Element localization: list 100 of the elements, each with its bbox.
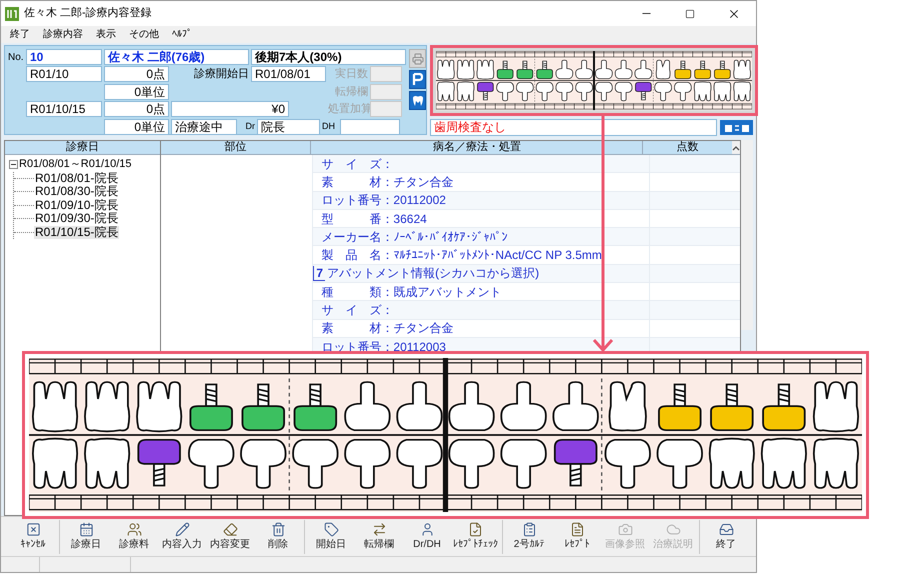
- single-root-tooth-drawing: [292, 438, 338, 489]
- app-logo-icon: [5, 6, 19, 20]
- single-root-tooth-drawing: [656, 438, 703, 489]
- text-field[interactable]: R01/10/15: [26, 101, 102, 118]
- single-root-tooth-drawing: [604, 438, 651, 489]
- tooth-icon: [412, 94, 424, 106]
- field-label: 診療開始日: [193, 67, 249, 82]
- single-root-tooth-drawing: [240, 438, 286, 489]
- molar-tooth-drawing: [708, 438, 755, 489]
- no-label: No.: [8, 50, 24, 64]
- tree-item[interactable]: R01/09/30-院長: [34, 212, 120, 226]
- toolbar-button[interactable]: 2号ｶﾙﾃ: [507, 520, 551, 554]
- text-field[interactable]: R01/10: [26, 66, 102, 82]
- scrollbar[interactable]: [741, 140, 753, 330]
- molar-tooth-drawing: [136, 381, 182, 432]
- menu-item[interactable]: 診療内容: [43, 27, 83, 42]
- molar-tooth-drawing: [812, 438, 859, 489]
- camera-icon: [618, 522, 632, 537]
- text-field[interactable]: 院長: [257, 118, 320, 134]
- swap-arrows-icon: [372, 522, 386, 537]
- toolbar-button[interactable]: 内容入力: [160, 520, 204, 554]
- tree-item[interactable]: R01/10/15-院長: [34, 226, 120, 239]
- text-field[interactable]: 治療途中: [171, 118, 237, 134]
- text-field[interactable]: 0単位: [104, 118, 169, 134]
- single-root-tooth-drawing: [500, 438, 547, 489]
- collapse-icon[interactable]: [9, 160, 18, 170]
- text-field[interactable]: 佐々木 二郎(76歳): [104, 49, 249, 65]
- field-label: 処置加算: [328, 102, 368, 117]
- column-header[interactable]: 点数: [643, 141, 732, 154]
- toolbar-button[interactable]: 診療料: [112, 520, 156, 554]
- tree-item[interactable]: R01/08/30-院長: [34, 185, 120, 198]
- toolbar-button[interactable]: ﾚｾﾌﾟﾄﾁｪｯｸ: [453, 520, 498, 554]
- toolbar-button[interactable]: 転帰欄: [357, 520, 401, 554]
- molar-tooth-drawing: [84, 381, 130, 432]
- tag-icon: [324, 522, 338, 537]
- clipboard-icon: [522, 522, 536, 537]
- column-header[interactable]: 診療日: [5, 141, 160, 155]
- table-cell: 素 材：チタン合金: [313, 320, 650, 338]
- text-field[interactable]: [370, 84, 402, 100]
- toolbar-button[interactable]: 内容変更: [208, 520, 252, 554]
- table-cell: 型 番：36624: [313, 210, 650, 228]
- molar-tooth-drawing: [760, 438, 807, 489]
- menu-item[interactable]: その他: [129, 27, 159, 42]
- table-cell: 製 品 名：ﾏﾙﾁﾕﾆｯﾄ･ｱﾊﾞｯﾄﾒﾝﾄ･NAct/CC NP 3.5mm: [313, 246, 650, 265]
- maximize-icon: [685, 8, 695, 18]
- text-field[interactable]: 0単位: [104, 84, 169, 100]
- table-cell: サ イ ズ：: [313, 301, 650, 320]
- column-header[interactable]: 部位: [161, 141, 312, 154]
- printer-icon: [412, 52, 424, 64]
- parking-button[interactable]: [409, 70, 426, 89]
- jaw-swap-button[interactable]: [720, 120, 753, 135]
- field-label: 実日数: [334, 66, 368, 82]
- tree-item[interactable]: R01/09/10-院長: [34, 198, 120, 212]
- scroll-up-icon[interactable]: [732, 144, 740, 150]
- table-cell: メーカー名：ﾉｰﾍﾞﾙ･ﾊﾞｲｵｹｱ･ｼﾞｬﾊﾟﾝ: [313, 228, 650, 246]
- table-cell: 素 材：チタン合金: [313, 173, 650, 192]
- file-check-icon: [468, 522, 483, 537]
- toolbar-button[interactable]: Dr/DH: [405, 520, 449, 554]
- eraser-icon: [222, 522, 238, 537]
- menu-item[interactable]: 終了: [10, 27, 30, 42]
- molar-tooth-drawing: [32, 438, 78, 489]
- text-field[interactable]: [340, 118, 400, 134]
- document-icon: [570, 522, 584, 537]
- premolar-tooth-drawing: [608, 381, 647, 432]
- text-field[interactable]: [370, 66, 402, 82]
- calendar-icon: [78, 522, 94, 537]
- text-field[interactable]: 後期7本人(30%): [251, 49, 406, 65]
- text-field[interactable]: 0点: [104, 66, 169, 82]
- field-label: Dr: [244, 120, 255, 133]
- toolbar-button[interactable]: 削除: [256, 520, 300, 554]
- people-icon: [126, 522, 142, 537]
- text-field[interactable]: 0点: [104, 101, 169, 118]
- letter-p-icon: [412, 73, 423, 86]
- cloud-icon: [666, 522, 680, 537]
- molar-tooth-drawing: [84, 438, 130, 489]
- text-field[interactable]: [370, 101, 402, 118]
- tooth-button[interactable]: [409, 91, 426, 110]
- single-root-tooth-drawing: [552, 381, 599, 432]
- table-cell: 種 類：既成アバットメント: [313, 283, 650, 302]
- text-field[interactable]: ¥0: [171, 101, 289, 118]
- periodontal-status-field[interactable]: 歯周検査なし: [430, 119, 717, 136]
- single-root-tooth-drawing: [500, 381, 547, 432]
- text-field[interactable]: R01/08/01: [251, 66, 326, 82]
- column-header[interactable]: 病名／療法・処置: [311, 141, 644, 154]
- toolbar-button[interactable]: 終了: [704, 520, 748, 554]
- toolbar-button[interactable]: 開始日: [309, 520, 353, 554]
- field-label: DH: [322, 120, 336, 133]
- cancel-icon: [26, 522, 40, 537]
- toolbar-button[interactable]: 診療日: [64, 520, 108, 554]
- menu-item[interactable]: 表示: [96, 27, 116, 42]
- menu-item[interactable]: ﾍﾙﾌﾟ: [172, 27, 192, 42]
- jaw-swap-icon: [724, 122, 750, 132]
- toolbar-button[interactable]: ﾚｾﾌﾟﾄ: [555, 520, 599, 554]
- field-label: 転帰欄: [334, 84, 368, 100]
- tree-item[interactable]: R01/08/01～R01/10/15: [19, 158, 132, 172]
- toolbar-button[interactable]: ｷｬﾝｾﾙ: [11, 520, 55, 554]
- group-number: 7: [313, 266, 326, 281]
- trash-icon: [270, 522, 286, 537]
- text-field[interactable]: 10: [26, 49, 102, 65]
- tree-item[interactable]: R01/08/01-院長: [34, 172, 120, 185]
